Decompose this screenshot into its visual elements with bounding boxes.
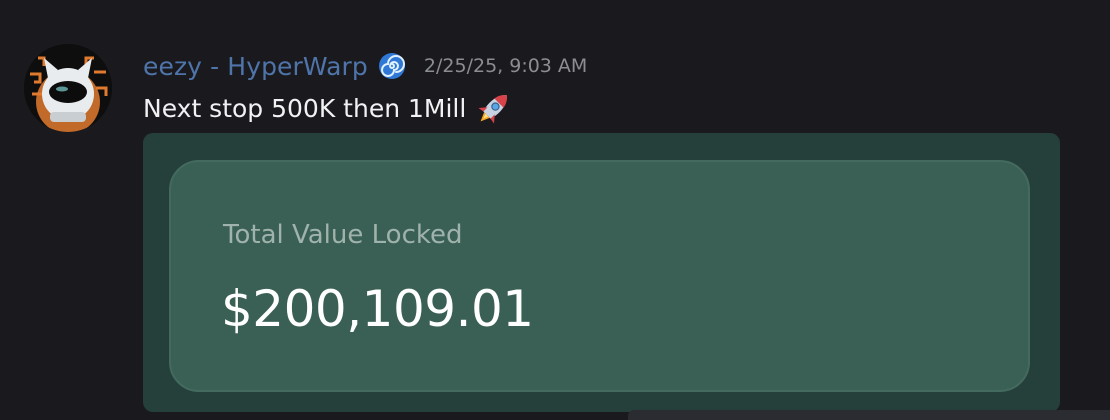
message-text: Next stop 500K then 1Mill — [143, 93, 467, 123]
message-timestamp[interactable]: 2/25/25, 9:03 AM — [424, 55, 587, 77]
overlay-edge — [628, 410, 1110, 420]
message-header: eezy - HyperWarp 2/25/25, 9:03 AM — [143, 48, 587, 84]
tvl-label: Total Value Locked — [223, 220, 463, 250]
user-avatar[interactable] — [24, 44, 112, 132]
astronaut-cat-icon — [24, 44, 112, 132]
message-content: Next stop 500K then 1Mill — [143, 88, 516, 128]
tvl-value: $200,109.01 — [221, 280, 534, 338]
rocket-icon[interactable] — [472, 86, 516, 130]
spiral-icon — [378, 52, 406, 80]
author-name[interactable]: eezy - HyperWarp — [143, 52, 368, 81]
chat-message: eezy - HyperWarp 2/25/25, 9:03 AM Next s… — [0, 0, 1110, 420]
tvl-card: Total Value Locked $200,109.01 — [169, 160, 1030, 392]
message-embed: Total Value Locked $200,109.01 — [143, 133, 1060, 412]
